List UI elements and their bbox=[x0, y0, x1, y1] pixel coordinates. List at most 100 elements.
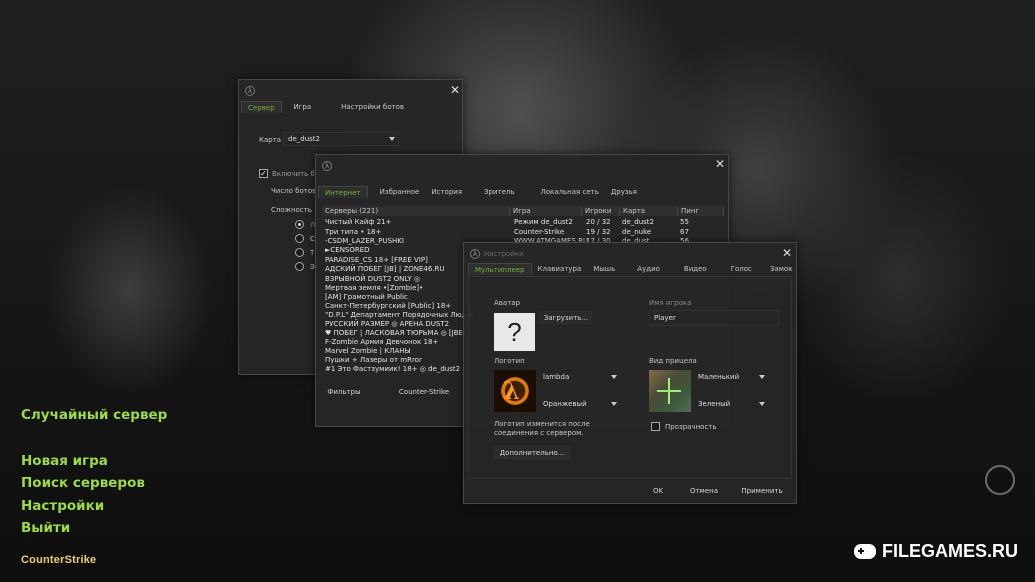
tab-audio[interactable]: Аудио bbox=[631, 263, 666, 275]
browser-tabs: Интернет Избранное История Зритель Локал… bbox=[318, 186, 643, 198]
crosshair-size-value: Маленький bbox=[698, 373, 740, 381]
dialog-title-text: Настройки bbox=[484, 250, 524, 258]
load-avatar-button[interactable]: Загрузить... bbox=[540, 311, 592, 324]
tab-lan[interactable]: Локальная сеть bbox=[535, 186, 605, 198]
crosshair-size-select[interactable]: Маленький bbox=[694, 371, 768, 385]
logo-label: Логотип bbox=[494, 357, 525, 365]
server-players: 19 / 32 bbox=[586, 228, 611, 236]
list-item[interactable]: Пушки + Лазеры от mRror bbox=[325, 356, 422, 364]
bot-count-label: Число ботов bbox=[271, 187, 317, 195]
menu-quit[interactable]: Выйти bbox=[21, 520, 70, 536]
logo-color-value: Оранжевый bbox=[543, 400, 587, 408]
menu-new-game[interactable]: Новая игра bbox=[21, 453, 108, 469]
map-value: de_dust2 bbox=[288, 135, 320, 143]
tab-video[interactable]: Видео bbox=[678, 263, 713, 275]
transparency-checkbox[interactable] bbox=[651, 422, 660, 431]
player-name-field[interactable]: Player bbox=[649, 310, 779, 326]
lambda-logo-image: λ bbox=[494, 370, 536, 412]
tab-voice[interactable]: Голос bbox=[725, 263, 758, 275]
server-name: Чистый Кайф 21+ bbox=[325, 218, 392, 226]
tab-server[interactable]: Сервер bbox=[241, 101, 282, 113]
tab-lock[interactable]: Замок bbox=[764, 263, 799, 275]
col-players[interactable]: Игроки bbox=[582, 206, 620, 216]
server-name: Три типа • 18+ bbox=[325, 228, 382, 236]
advanced-button[interactable]: Дополнительно... bbox=[494, 446, 570, 459]
server-players: 20 / 32 bbox=[586, 218, 611, 226]
lambda-icon: λ bbox=[503, 376, 520, 405]
list-item[interactable]: F-Zombie Армия Девчонок 18+ bbox=[325, 338, 438, 346]
list-item[interactable]: #1 Это Фастзумиик! 18+ ◎ de_dust2 bbox=[325, 365, 460, 373]
difficulty-radio-3[interactable] bbox=[295, 248, 304, 257]
tab-multiplayer[interactable]: Мультиплеер bbox=[468, 263, 532, 275]
difficulty-radio-1[interactable] bbox=[295, 220, 304, 229]
tab-internet[interactable]: Интернет bbox=[318, 186, 368, 198]
list-item[interactable]: АДСКИЙ ПОБЕГ [JB] | ZONE46.RU bbox=[325, 265, 445, 273]
menu-random-server[interactable]: Случайный сервер bbox=[21, 407, 167, 423]
avatar[interactable]: ? bbox=[494, 313, 535, 351]
avatar-label: Аватар bbox=[494, 299, 521, 307]
cancel-button[interactable]: Отмена bbox=[684, 485, 724, 498]
close-icon[interactable]: ✕ bbox=[782, 247, 792, 259]
tab-mouse[interactable]: Мышь bbox=[587, 263, 621, 275]
col-map[interactable]: Карта bbox=[620, 206, 678, 216]
server-table-header: Серверы (221) Игра Игроки Карта Пинг bbox=[322, 206, 724, 216]
tab-history[interactable]: История bbox=[425, 186, 468, 198]
tab-favorites[interactable]: Избранное bbox=[374, 186, 426, 198]
tab-keyboard[interactable]: Клавиатура bbox=[532, 263, 588, 275]
crosshair-color-select[interactable]: Зеленый bbox=[694, 398, 768, 412]
difficulty-radio-2[interactable] bbox=[295, 234, 304, 243]
map-label: Карта bbox=[259, 136, 282, 144]
list-item[interactable]: Санкт-Петербургский [Public] 18+ bbox=[325, 302, 451, 310]
ok-button[interactable]: OK bbox=[638, 485, 678, 498]
crosshair-color-value: Зеленый bbox=[698, 400, 731, 408]
chevron-down-icon bbox=[759, 375, 765, 379]
tab-bot-settings[interactable]: Настройки ботов bbox=[335, 101, 410, 113]
enable-bots-checkbox[interactable]: ✓ bbox=[259, 169, 268, 178]
player-name-label: Имя игрока bbox=[649, 299, 692, 307]
logo-select[interactable]: lambda bbox=[539, 371, 620, 385]
menu-settings[interactable]: Настройки bbox=[21, 498, 104, 514]
list-item[interactable]: [AM] Грамотный Public bbox=[325, 293, 408, 301]
col-ping[interactable]: Пинг bbox=[678, 206, 724, 216]
settings-dialog: λ Настройки ✕ Мультиплеер Клавиатура Мышь… bbox=[463, 242, 797, 504]
watermark: FILEGAMES.RU bbox=[853, 541, 1018, 562]
steam-logo-icon bbox=[985, 465, 1015, 495]
server-ping: 67 bbox=[680, 228, 689, 236]
map-select[interactable]: de_dust2 bbox=[283, 132, 399, 146]
apply-button[interactable]: Применить bbox=[736, 485, 788, 498]
create-tabs: Сервер Игра Настройки ботов bbox=[241, 101, 410, 113]
server-map: de_dust2 bbox=[622, 218, 654, 226]
list-item[interactable]: "D.P.L" Департамент Порядочных Люд� bbox=[325, 311, 474, 319]
list-item[interactable]: РУССКИЙ РАЗМЕР ◎ АРЕНА DUST2 bbox=[325, 320, 449, 328]
close-icon[interactable]: ✕ bbox=[450, 84, 460, 96]
list-item[interactable]: ВЗРЫВНОЙ DUST2 ONLY ◎ bbox=[325, 275, 420, 283]
logo-color-select[interactable]: Оранжевый bbox=[539, 398, 620, 412]
close-icon[interactable]: ✕ bbox=[715, 158, 725, 170]
difficulty-radio-4[interactable] bbox=[295, 262, 304, 271]
dialog-title: λ bbox=[245, 86, 255, 96]
list-item[interactable]: Мертвая земля •[Zombie]• bbox=[325, 284, 423, 292]
col-servers[interactable]: Серверы (221) bbox=[322, 206, 510, 216]
server-map: de_nuke bbox=[622, 228, 652, 236]
crosshair-preview bbox=[649, 370, 691, 412]
chevron-down-icon bbox=[759, 402, 765, 406]
server-name: ►CENSORED bbox=[325, 246, 370, 254]
tab-spectate[interactable]: Зритель bbox=[478, 186, 520, 198]
difficulty-label: Сложность bbox=[271, 206, 312, 214]
watermark-text: FILEGAMES.RU bbox=[881, 541, 1018, 561]
half-life-icon: λ bbox=[322, 161, 332, 171]
list-item[interactable]: Marvel Zombie | КЛАНЫ bbox=[325, 347, 411, 355]
list-item[interactable]: PARADISE_CS 18+ [FREE VIP] bbox=[325, 256, 428, 264]
game-filter-select[interactable]: Counter-Strike bbox=[396, 386, 452, 399]
menu-find-servers[interactable]: Поиск серверов bbox=[21, 475, 145, 491]
tab-game[interactable]: Игра bbox=[288, 101, 318, 113]
chevron-down-icon bbox=[611, 375, 617, 379]
col-game[interactable]: Игра bbox=[510, 206, 582, 216]
tab-friends[interactable]: Друзья bbox=[605, 186, 643, 198]
transparency-label: Прозрачность bbox=[665, 423, 717, 431]
server-game: Counter-Strike bbox=[514, 228, 565, 236]
counter-strike-logo: CounterStrike bbox=[21, 554, 97, 566]
filters-button[interactable]: Фильтры bbox=[322, 386, 366, 399]
crosshair-label: Вид прицела bbox=[649, 357, 697, 365]
list-item[interactable]: ♥ ПОБЕГ | ЛАСКОВАЯ ТЮРЬМА ◎ [JBE] bbox=[325, 329, 466, 337]
